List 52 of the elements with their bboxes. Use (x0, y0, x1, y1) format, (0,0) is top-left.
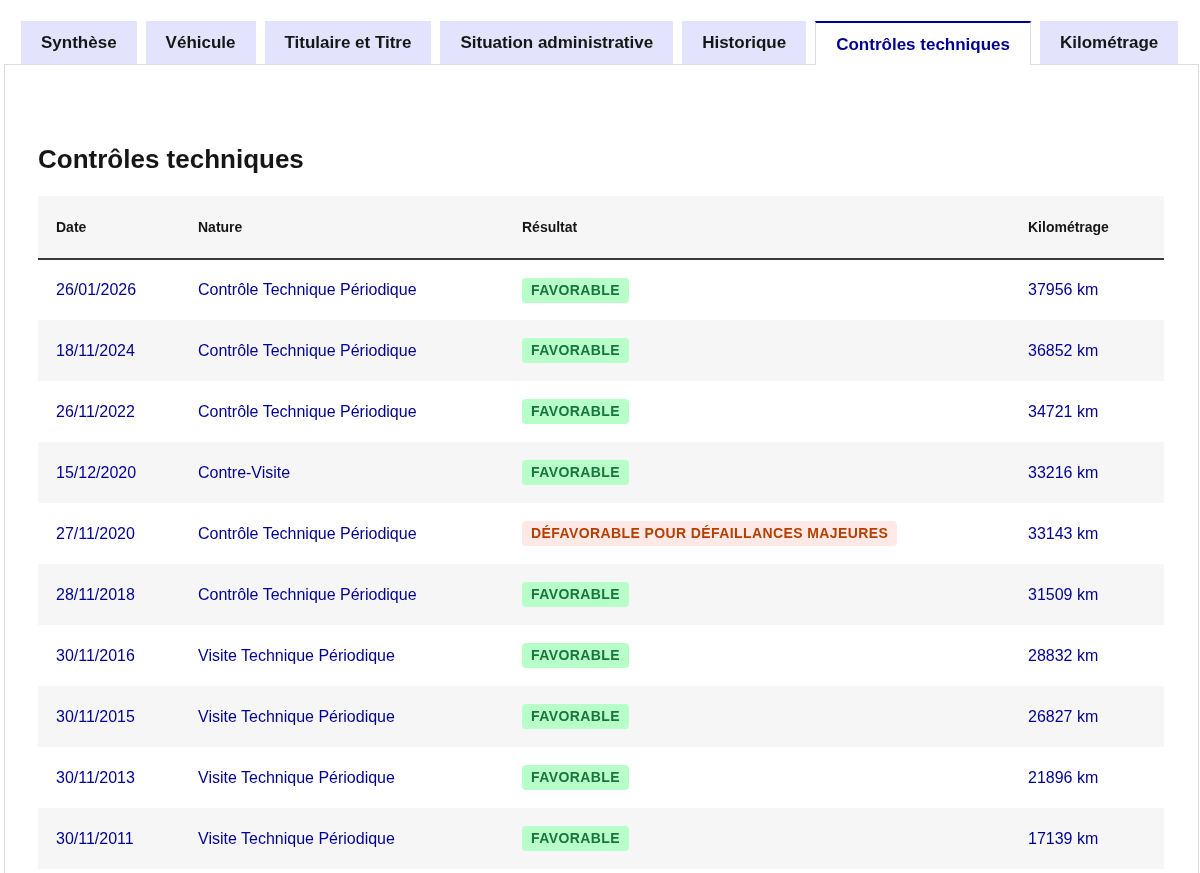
table-cell: 33143 km (1028, 524, 1099, 542)
table-cell: Contrôle Technique Périodique (198, 402, 417, 420)
status-badge: FAVORABLE (522, 643, 629, 668)
table-cell: Contrôle Technique Périodique (198, 585, 417, 603)
table-cell: Contrôle Technique Périodique (198, 341, 417, 359)
table-cell: Visite Technique Périodique (198, 646, 395, 664)
table-cell: 30/11/2011 (56, 829, 134, 847)
table-cell: 31509 km (1028, 585, 1099, 603)
table-cell: Contrôle Technique Périodique (198, 281, 417, 298)
table-cell: 28/11/2018 (56, 585, 135, 603)
status-badge: FAVORABLE (522, 399, 629, 424)
table-cell: Visite Technique Périodique (198, 707, 395, 725)
column-header: Date (56, 218, 87, 235)
table-cell: 26/11/2022 (56, 402, 135, 420)
status-badge: FAVORABLE (522, 338, 629, 363)
table-cell: 30/11/2016 (56, 646, 135, 664)
tab[interactable]: Situation administrative (440, 21, 674, 64)
tab[interactable]: Historique (682, 21, 807, 64)
status-badge: FAVORABLE (522, 765, 629, 790)
status-badge: FAVORABLE (522, 826, 629, 851)
table-cell: 28832 km (1028, 646, 1099, 664)
tab[interactable]: Kilométrage (1040, 21, 1179, 64)
status-badge: FAVORABLE (522, 460, 629, 485)
table-cell: 27/11/2020 (56, 524, 135, 542)
section-title: Contrôles techniques (38, 143, 305, 175)
table-cell: Visite Technique Périodique (198, 768, 395, 786)
table-cell: 30/11/2013 (56, 768, 135, 786)
status-badge: DÉFAVORABLE POUR DÉFAILLANCES MAJEURES (522, 521, 898, 546)
table-cell: 30/11/2015 (56, 707, 135, 725)
table-cell: Contre-Visite (198, 463, 291, 481)
table-cell: 18/11/2024 (56, 341, 135, 359)
column-header: Nature (198, 218, 243, 235)
table-cell: 17139 km (1028, 829, 1099, 847)
table-cell: 33216 km (1028, 463, 1099, 481)
table-cell: 26/01/2026 (56, 281, 137, 298)
tab[interactable]: Contrôles techniques (815, 21, 1031, 65)
table-cell: 37956 km (1028, 281, 1099, 298)
status-badge: FAVORABLE (522, 704, 629, 729)
table-cell: 21896 km (1028, 768, 1099, 786)
table-cell: 15/12/2020 (56, 463, 137, 481)
column-header: Kilométrage (1028, 218, 1109, 235)
status-badge: FAVORABLE (522, 582, 629, 607)
column-header: Résultat (522, 218, 578, 235)
tab[interactable]: Titulaire et Titre (264, 21, 432, 64)
table-cell: 26827 km (1028, 707, 1099, 725)
table-cell: 36852 km (1028, 341, 1099, 359)
table-cell: 34721 km (1028, 402, 1099, 420)
table-cell: Visite Technique Périodique (198, 829, 395, 847)
status-badge: FAVORABLE (522, 277, 629, 303)
table-cell: Contrôle Technique Périodique (198, 524, 417, 542)
tab[interactable]: Véhicule (145, 21, 256, 64)
tab[interactable]: Synthèse (21, 21, 137, 64)
